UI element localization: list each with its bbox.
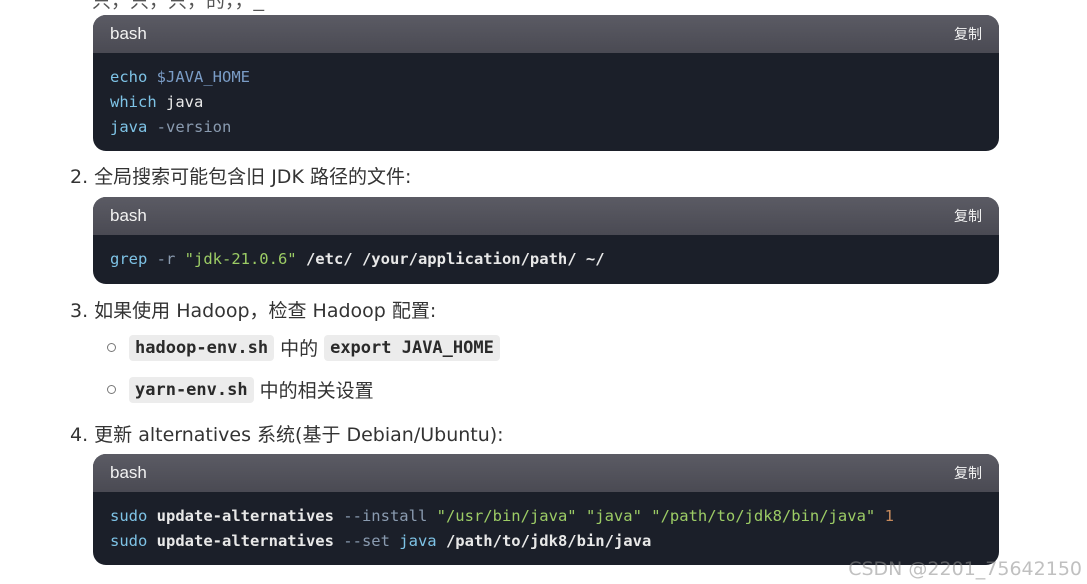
code-token: "/usr/bin/java" <box>427 507 577 525</box>
code-token: sudo <box>110 532 148 550</box>
code-line: java -version <box>110 115 982 140</box>
copy-button[interactable]: 复制 <box>954 24 982 44</box>
code-token: --install <box>333 507 428 525</box>
copy-button[interactable]: 复制 <box>954 206 982 226</box>
code-token: java <box>110 118 148 136</box>
code-block-header: bash 复制 <box>93 454 999 492</box>
bullet-icon <box>107 385 116 394</box>
code-language-label: bash <box>110 206 147 225</box>
step-4-text: 4. 更新 alternatives 系统(基于 Debian/Ubuntu): <box>70 424 504 446</box>
code-line: sudo update-alternatives --set java /pat… <box>110 529 982 554</box>
code-block-2: bash 复制 grep -r "jdk-21.0.6" /etc/ /your… <box>93 197 999 284</box>
list-item: yarn-env.sh 中的相关设置 <box>107 376 374 403</box>
code-token: --set <box>333 532 390 550</box>
code-token: "java" <box>576 507 642 525</box>
code-token: $JAVA_HOME <box>147 68 250 86</box>
code-token: /etc/ /your/application/path/ ~/ <box>296 250 605 268</box>
code-line: grep -r "jdk-21.0.6" /etc/ /your/applica… <box>110 247 982 272</box>
bullet-icon <box>107 343 116 352</box>
code-language-label: bash <box>110 463 147 482</box>
code-line: which java <box>110 90 982 115</box>
code-block-1: bash 复制 echo $JAVA_HOME which java java -v… <box>93 15 999 151</box>
code-block-3: bash 复制 sudo update-alternatives --insta… <box>93 454 999 565</box>
code-token: grep <box>110 250 148 268</box>
code-token: -r <box>147 250 185 268</box>
code-line: sudo update-alternatives --install "/usr… <box>110 504 982 529</box>
code-body: echo $JAVA_HOME which java java -version <box>93 53 999 151</box>
code-block-header: bash 复制 <box>93 197 999 235</box>
code-token: java <box>156 93 204 111</box>
code-block-header: bash 复制 <box>93 15 999 53</box>
watermark: CSDN @2201_75642150 <box>848 558 1082 580</box>
code-token: echo <box>110 68 148 86</box>
list-item-text: 中的 <box>280 338 319 360</box>
inline-code: yarn-env.sh <box>129 376 254 403</box>
code-token: update-alternatives <box>147 507 334 525</box>
code-language-label: bash <box>110 24 147 43</box>
code-token: /path/to/jdk8/bin/java <box>436 532 652 550</box>
code-token: update-alternatives <box>147 532 334 550</box>
code-token: "/path/to/jdk8/bin/java" <box>641 507 876 525</box>
step-2-text: 2. 全局搜索可能包含旧 JDK 路径的文件: <box>70 166 412 188</box>
code-body: grep -r "jdk-21.0.6" /etc/ /your/applica… <box>93 235 999 284</box>
code-token: which <box>110 93 157 111</box>
list-item-text: 中的相关设置 <box>259 380 374 402</box>
copy-button[interactable]: 复制 <box>954 463 982 483</box>
code-body: sudo update-alternatives --install "/usr… <box>93 492 999 565</box>
code-line: echo $JAVA_HOME <box>110 65 982 90</box>
partial-text-top: 只，只，只，的，，_ <box>92 0 265 12</box>
code-token: "jdk-21.0.6" <box>184 250 297 268</box>
code-token: sudo <box>110 507 148 525</box>
list-item: hadoop-env.sh 中的 export JAVA_HOME <box>107 334 500 361</box>
code-token: -version <box>147 118 232 136</box>
inline-code: hadoop-env.sh <box>129 334 275 361</box>
code-token: java <box>389 532 437 550</box>
code-token: 1 <box>875 507 894 525</box>
inline-code: export JAVA_HOME <box>324 334 500 361</box>
step-3-text: 3. 如果使用 Hadoop，检查 Hadoop 配置: <box>70 300 437 322</box>
